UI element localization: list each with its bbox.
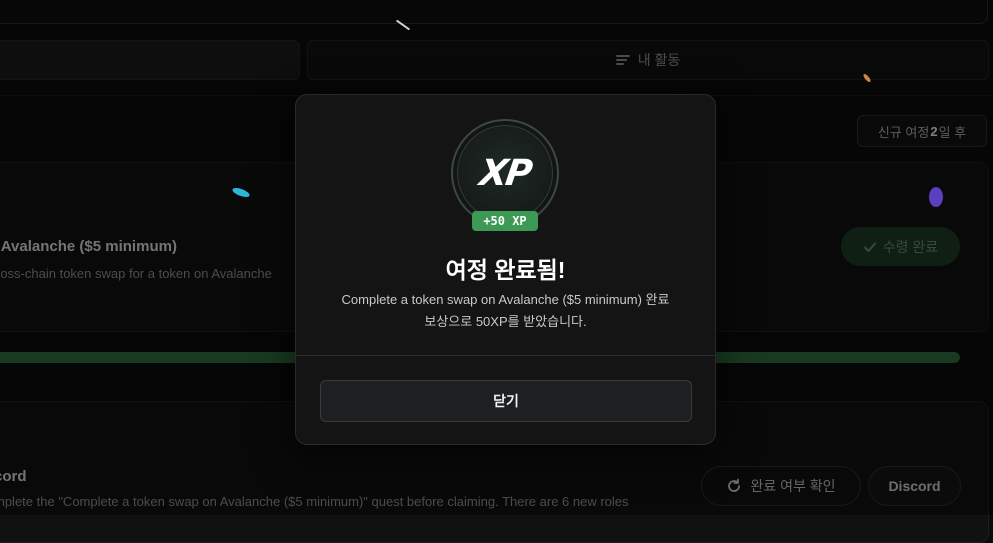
- xp-logo: XP: [477, 152, 533, 194]
- modal-title: 여정 완료됨!: [445, 257, 566, 283]
- modal-divider: [296, 355, 715, 356]
- xp-reward-badge: +50 XP: [472, 211, 538, 231]
- close-button[interactable]: 닫기: [320, 380, 692, 422]
- xp-emblem-circle: XP: [457, 125, 553, 221]
- modal-message-line1: Complete a token swap on Avalanche ($5 m…: [341, 292, 670, 307]
- quest-complete-modal: XP +50 XP 여정 완료됨! Complete a token swap …: [295, 94, 716, 445]
- modal-message-line2: 보상으로 50XP를 받았습니다.: [424, 314, 587, 329]
- modal-message: Complete a token swap on Avalanche ($5 m…: [316, 289, 695, 333]
- confetti-piece: [929, 187, 943, 207]
